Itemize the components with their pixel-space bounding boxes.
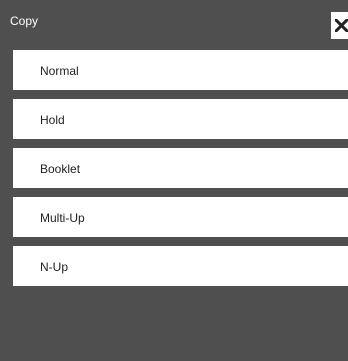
menu-item-label: Multi-Up: [40, 211, 85, 225]
close-button[interactable]: [331, 12, 348, 39]
menu-item-normal[interactable]: Normal: [13, 50, 348, 90]
menu-item-hold[interactable]: Hold: [13, 99, 348, 139]
menu-item-label: Booklet: [40, 162, 81, 176]
close-icon: [335, 19, 348, 32]
copy-mode-menu: Normal Hold Booklet Multi-Up N-Up: [13, 50, 348, 295]
dialog-header: Copy: [0, 0, 348, 45]
menu-item-multi-up[interactable]: Multi-Up: [13, 197, 348, 237]
menu-item-label: Normal: [40, 64, 79, 78]
dialog-title: Copy: [10, 14, 39, 28]
copy-dialog: Copy Normal Hold Booklet Multi-Up N-Up: [0, 0, 348, 361]
menu-item-label: Hold: [40, 113, 65, 127]
menu-item-booklet[interactable]: Booklet: [13, 148, 348, 188]
menu-item-n-up[interactable]: N-Up: [13, 246, 348, 286]
menu-item-label: N-Up: [40, 260, 69, 274]
